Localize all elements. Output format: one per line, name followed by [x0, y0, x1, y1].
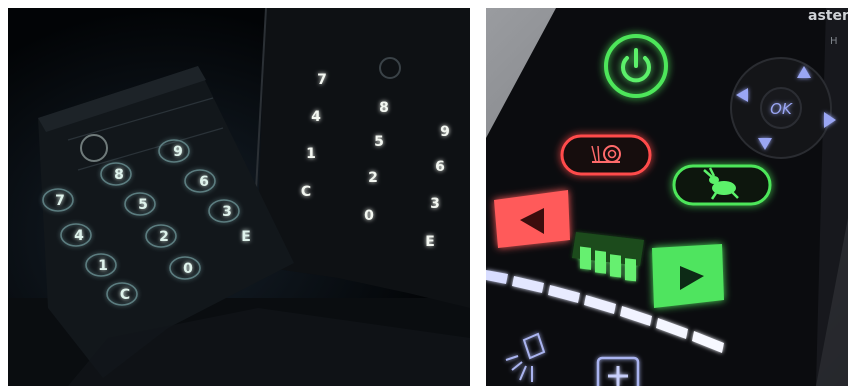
tilted-key-8[interactable]: 8 [114, 167, 124, 183]
play-right-button[interactable] [652, 244, 724, 308]
tilted-key-e[interactable]: E [241, 229, 251, 245]
tilted-key-7[interactable]: 7 [55, 193, 65, 209]
tilted-key-5[interactable]: 5 [138, 197, 148, 213]
tilted-key-0[interactable]: 0 [183, 261, 193, 277]
brand-label: astenb [808, 8, 848, 24]
flat-key-5[interactable]: 5 [374, 134, 384, 150]
keypad-photo: 9 8 6 7 5 3 4 2 1 0 C E 7 8 4 5 9 1 6 2 … [8, 8, 470, 386]
tilted-key-6[interactable]: 6 [199, 174, 209, 190]
flat-key-7[interactable]: 7 [317, 72, 327, 88]
flat-key-3[interactable]: 3 [430, 196, 440, 212]
flat-key-e[interactable]: E [425, 234, 435, 250]
tilted-key-9[interactable]: 9 [173, 144, 183, 160]
flat-key-0[interactable]: 0 [364, 208, 374, 224]
flat-key-8[interactable]: 8 [379, 100, 389, 116]
fast-button[interactable] [672, 164, 772, 206]
flat-key-2[interactable]: 2 [368, 170, 378, 186]
tilted-key-3[interactable]: 3 [222, 204, 232, 220]
slow-button[interactable] [560, 134, 652, 176]
tilted-key-4[interactable]: 4 [74, 228, 84, 244]
flat-key-9[interactable]: 9 [440, 124, 450, 140]
tilted-key-1[interactable]: 1 [98, 258, 108, 274]
tilted-key-2[interactable]: 2 [159, 229, 169, 245]
keypad-scene: 9 8 6 7 5 3 4 2 1 0 C E 7 8 4 5 9 1 6 2 … [8, 8, 470, 386]
flat-key-c[interactable]: C [301, 184, 311, 200]
flat-key-1[interactable]: 1 [306, 146, 316, 162]
play-left-button[interactable] [494, 190, 570, 248]
ok-button-label[interactable]: OK [770, 100, 793, 118]
tilted-key-c[interactable]: C [120, 287, 130, 303]
flat-key-6[interactable]: 6 [435, 159, 445, 175]
flat-key-4[interactable]: 4 [311, 109, 321, 125]
control-panel-scene: astenb H OK [486, 8, 848, 386]
model-label: H [830, 36, 838, 47]
control-panel-photo: astenb H OK [486, 8, 848, 386]
